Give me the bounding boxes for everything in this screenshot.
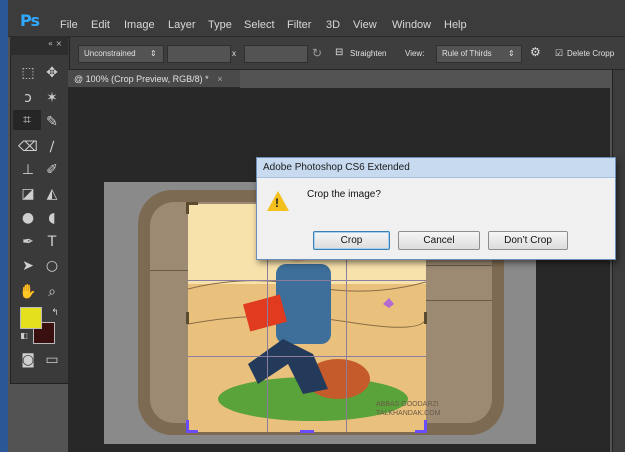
hand-tool-icon[interactable]: ✋ [18, 282, 38, 302]
menu-3d[interactable]: 3D [326, 19, 340, 31]
os-edge-strip [0, 0, 8, 452]
height-input[interactable] [244, 45, 308, 63]
gear-icon[interactable]: ⚙ [530, 45, 541, 59]
eyedropper-tool-icon[interactable]: ✎ [42, 112, 62, 132]
chevron-updown-icon: ⇕ [508, 49, 515, 58]
crop-confirm-dialog: Adobe Photoshop CS6 Extended ! Crop the … [256, 157, 616, 260]
level-icon[interactable]: ⊟ [335, 47, 343, 58]
move-tool-icon[interactable]: ✥ [42, 63, 62, 83]
document-tab-title: @ 100% (Crop Preview, RGB/8) * [74, 74, 209, 84]
zoom-tool-icon[interactable]: ⌕ [42, 282, 62, 302]
crop-handle-top-left[interactable] [186, 202, 189, 214]
default-colors-icon[interactable]: ◧ [14, 326, 34, 346]
horizon-line [426, 300, 492, 301]
ellipse-tool-icon[interactable]: ○ [42, 256, 62, 276]
menu-layer[interactable]: Layer [168, 19, 196, 31]
delete-cropped-label: Delete Cropp [567, 49, 615, 58]
screen-mode-icon[interactable]: ▭ [42, 350, 62, 370]
history-brush-tool-icon[interactable]: ✐ [42, 160, 62, 180]
menu-type[interactable]: Type [208, 19, 232, 31]
width-input[interactable] [167, 45, 231, 63]
marquee-tool-icon[interactable]: ⬚ [18, 63, 38, 83]
crop-handle-bottom-left[interactable] [186, 420, 189, 433]
rule-of-thirds-line [188, 356, 426, 357]
close-icon[interactable]: × [217, 74, 222, 84]
magic-wand-tool-icon[interactable]: ✶ [42, 88, 62, 108]
swap-colors-icon[interactable]: ↰ [45, 303, 65, 323]
photoshop-logo: Ps [20, 11, 40, 30]
dialog-titlebar[interactable]: Adobe Photoshop CS6 Extended [257, 158, 615, 178]
dodge-tool-icon[interactable]: ◖ [42, 208, 62, 228]
crop-handle-bottom[interactable] [300, 430, 314, 433]
crop-button[interactable]: Crop [313, 231, 390, 250]
paint-bucket-tool-icon[interactable]: ◭ [42, 184, 62, 204]
crop-handle-right[interactable] [424, 312, 427, 324]
dialog-message: Crop the image? [307, 189, 381, 200]
lasso-tool-icon[interactable]: ↄ [18, 88, 38, 108]
menu-image[interactable]: Image [124, 19, 155, 31]
menu-select[interactable]: Select [244, 19, 275, 31]
crop-handle-left[interactable] [186, 312, 189, 324]
healing-brush-tool-icon[interactable]: ⌫ [18, 137, 38, 157]
quick-mask-icon[interactable]: ◙ [18, 350, 38, 370]
character-body [276, 264, 331, 344]
menu-bar: Ps File Edit Image Layer Type Select Fil… [8, 0, 625, 37]
menu-window[interactable]: Window [392, 19, 431, 31]
menu-help[interactable]: Help [444, 19, 467, 31]
blur-tool-icon[interactable]: ● [18, 208, 38, 228]
crop-handle-bottom-right[interactable] [424, 420, 427, 433]
checkbox-checked-icon[interactable]: ☑ [555, 48, 563, 59]
horizon-line [150, 270, 188, 271]
menu-view[interactable]: View [353, 19, 377, 31]
crop-tool-icon[interactable]: ⌗ [13, 110, 41, 130]
menu-edit[interactable]: Edit [91, 19, 110, 31]
ratio-value: Unconstrained [84, 49, 136, 58]
dont-crop-button[interactable]: Don’t Crop [488, 231, 568, 250]
times-symbol: x [232, 49, 236, 58]
view-value: Rule of Thirds [442, 49, 492, 58]
menu-file[interactable]: File [60, 19, 78, 31]
collapse-close-icon[interactable]: « × [48, 39, 62, 48]
tools-panel-header[interactable]: « × [10, 37, 68, 55]
dialog-title: Adobe Photoshop CS6 Extended [263, 162, 410, 173]
chevron-updown-icon: ⇕ [150, 49, 157, 58]
view-label: View: [405, 49, 425, 58]
butterfly [383, 298, 394, 308]
eraser-tool-icon[interactable]: ◪ [18, 184, 38, 204]
straighten-label[interactable]: Straighten [350, 49, 386, 58]
horizon-line [426, 265, 492, 266]
brush-tool-icon[interactable]: ∕ [42, 137, 62, 157]
options-bar: Unconstrained ⇕ x ↻ ⊟ Straighten View: R… [60, 37, 625, 70]
right-panel-dock[interactable] [612, 70, 625, 452]
type-tool-icon[interactable]: T [42, 232, 62, 252]
rotate-icon[interactable]: ↻ [312, 46, 322, 60]
stamp-tool-icon[interactable]: ⊥ [18, 160, 38, 180]
warning-exclamation: ! [275, 196, 279, 210]
menu-filter[interactable]: Filter [287, 19, 311, 31]
artwork-watermark: ABBAS GOODARZI TALKHANDAK.COM [376, 401, 441, 417]
document-tab[interactable]: @ 100% (Crop Preview, RGB/8) * × [68, 70, 240, 88]
pen-tool-icon[interactable]: ✒ [18, 232, 38, 252]
rule-of-thirds-line [188, 280, 426, 281]
cancel-button[interactable]: Cancel [398, 231, 480, 250]
path-selection-tool-icon[interactable]: ➤ [18, 256, 38, 276]
